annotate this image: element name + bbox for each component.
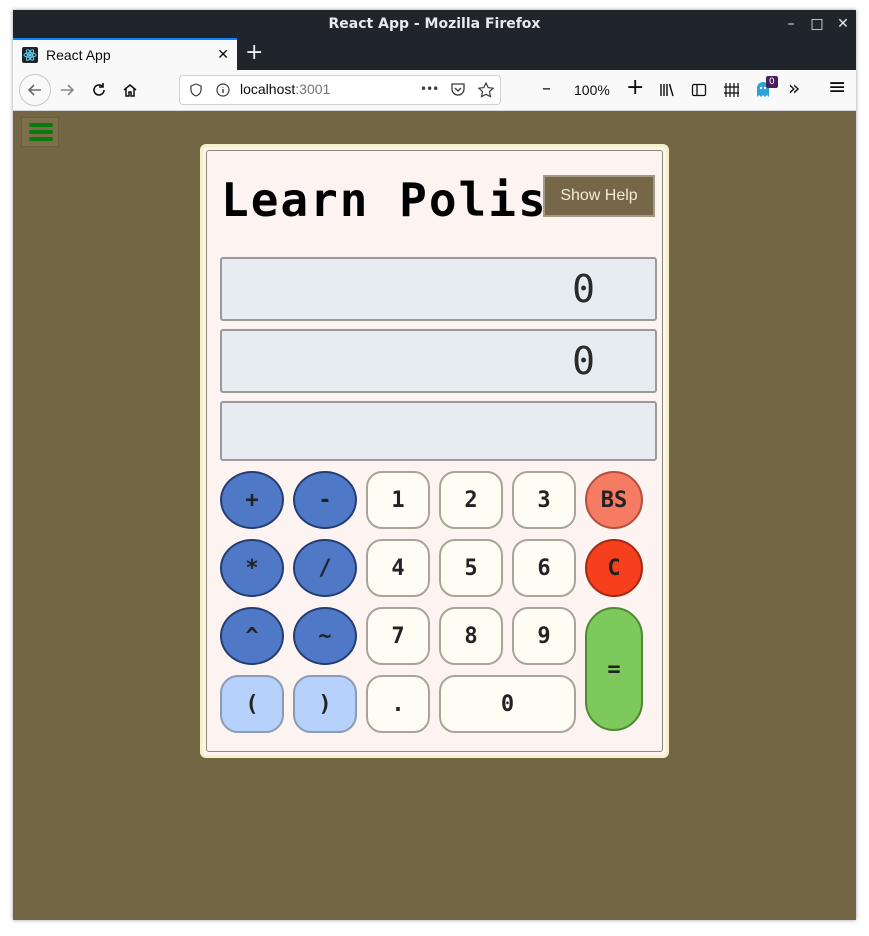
browser-window: React App - Mozilla Firefox – □ ✕ React … (13, 10, 856, 920)
window-controls: – □ ✕ (784, 10, 850, 38)
sidebar-icon[interactable] (691, 82, 707, 98)
reload-button[interactable] (87, 78, 111, 102)
overflow-menu-icon[interactable]: » (788, 76, 800, 100)
url-host: localhost (240, 81, 296, 97)
page-actions-icon[interactable]: ••• (420, 82, 439, 96)
close-tab-icon[interactable]: ✕ (217, 47, 229, 63)
right-paren-key[interactable]: ) (293, 675, 357, 733)
page-content: Learn Polish Show Help 0 0 + - 1 2 3 BS … (13, 111, 856, 920)
digit-9-key[interactable]: 9 (512, 607, 576, 665)
tab-react-app[interactable]: React App ✕ (13, 38, 237, 70)
library-icon[interactable] (659, 82, 675, 98)
display-value: 0 (572, 339, 595, 383)
negate-key[interactable]: ~ (293, 607, 357, 665)
zoom-in-button[interactable]: + (626, 75, 644, 100)
left-paren-key[interactable]: ( (220, 675, 284, 733)
extension-badge: 0 (766, 76, 778, 88)
equals-key[interactable]: = (585, 607, 643, 731)
menu-bar-icon (29, 123, 53, 127)
display-value: 0 (572, 267, 595, 311)
app-menu-button[interactable] (21, 117, 59, 147)
maximize-icon[interactable]: □ (810, 16, 824, 32)
clear-key[interactable]: C (585, 539, 643, 597)
tab-bar: React App ✕ + (13, 38, 856, 70)
react-favicon-icon (22, 47, 38, 63)
plus-key[interactable]: + (220, 471, 284, 529)
digit-3-key[interactable]: 3 (512, 471, 576, 529)
home-button[interactable] (118, 78, 142, 102)
backspace-key[interactable]: BS (585, 471, 643, 529)
arrow-right-icon (61, 84, 75, 96)
back-button[interactable] (19, 74, 51, 106)
app-title: Learn Polish (221, 173, 578, 227)
bookmark-star-icon[interactable] (478, 82, 494, 98)
new-tab-button[interactable]: + (245, 40, 263, 66)
url-port: :3001 (295, 81, 331, 97)
zoom-level[interactable]: 100% (574, 82, 610, 98)
digit-4-key[interactable]: 4 (366, 539, 430, 597)
shield-icon[interactable] (189, 83, 203, 97)
window-title: React App - Mozilla Firefox (328, 16, 541, 32)
decimal-key[interactable]: . (366, 675, 430, 733)
home-icon (123, 84, 137, 97)
digit-6-key[interactable]: 6 (512, 539, 576, 597)
power-key[interactable]: ^ (220, 607, 284, 665)
digit-8-key[interactable]: 8 (439, 607, 503, 665)
hamburger-menu-icon[interactable]: ≡ (828, 75, 846, 100)
calculator: Learn Polish Show Help 0 0 + - 1 2 3 BS … (200, 144, 669, 758)
info-icon[interactable] (216, 83, 230, 97)
zoom-out-button[interactable]: – (542, 78, 551, 99)
pocket-icon[interactable] (450, 83, 466, 97)
digit-2-key[interactable]: 2 (439, 471, 503, 529)
display-stack: 0 (220, 329, 657, 393)
calculator-frame: Learn Polish Show Help 0 0 + - 1 2 3 BS … (206, 150, 663, 752)
display-result: 0 (220, 257, 657, 321)
multiply-key[interactable]: * (220, 539, 284, 597)
menu-bar-icon (29, 137, 53, 141)
digit-7-key[interactable]: 7 (366, 607, 430, 665)
digit-5-key[interactable]: 5 (439, 539, 503, 597)
close-window-icon[interactable]: ✕ (836, 16, 850, 32)
arrow-left-icon (27, 84, 41, 96)
display-input (220, 401, 657, 461)
minimize-icon[interactable]: – (784, 16, 798, 32)
digit-1-key[interactable]: 1 (366, 471, 430, 529)
minus-key[interactable]: - (293, 471, 357, 529)
show-help-button[interactable]: Show Help (543, 175, 655, 217)
tab-title: React App (46, 47, 111, 63)
menu-bar-icon (29, 130, 53, 134)
reload-icon (93, 83, 105, 96)
navigation-toolbar: localhost:3001 ••• – 100% + 0 » ≡ (13, 70, 856, 111)
forward-button[interactable] (55, 78, 79, 102)
url-text[interactable]: localhost:3001 (240, 81, 330, 97)
url-bar[interactable]: localhost:3001 ••• (179, 75, 501, 105)
digit-0-key[interactable]: 0 (439, 675, 576, 733)
extension-grid-icon[interactable] (723, 82, 739, 98)
divide-key[interactable]: / (293, 539, 357, 597)
